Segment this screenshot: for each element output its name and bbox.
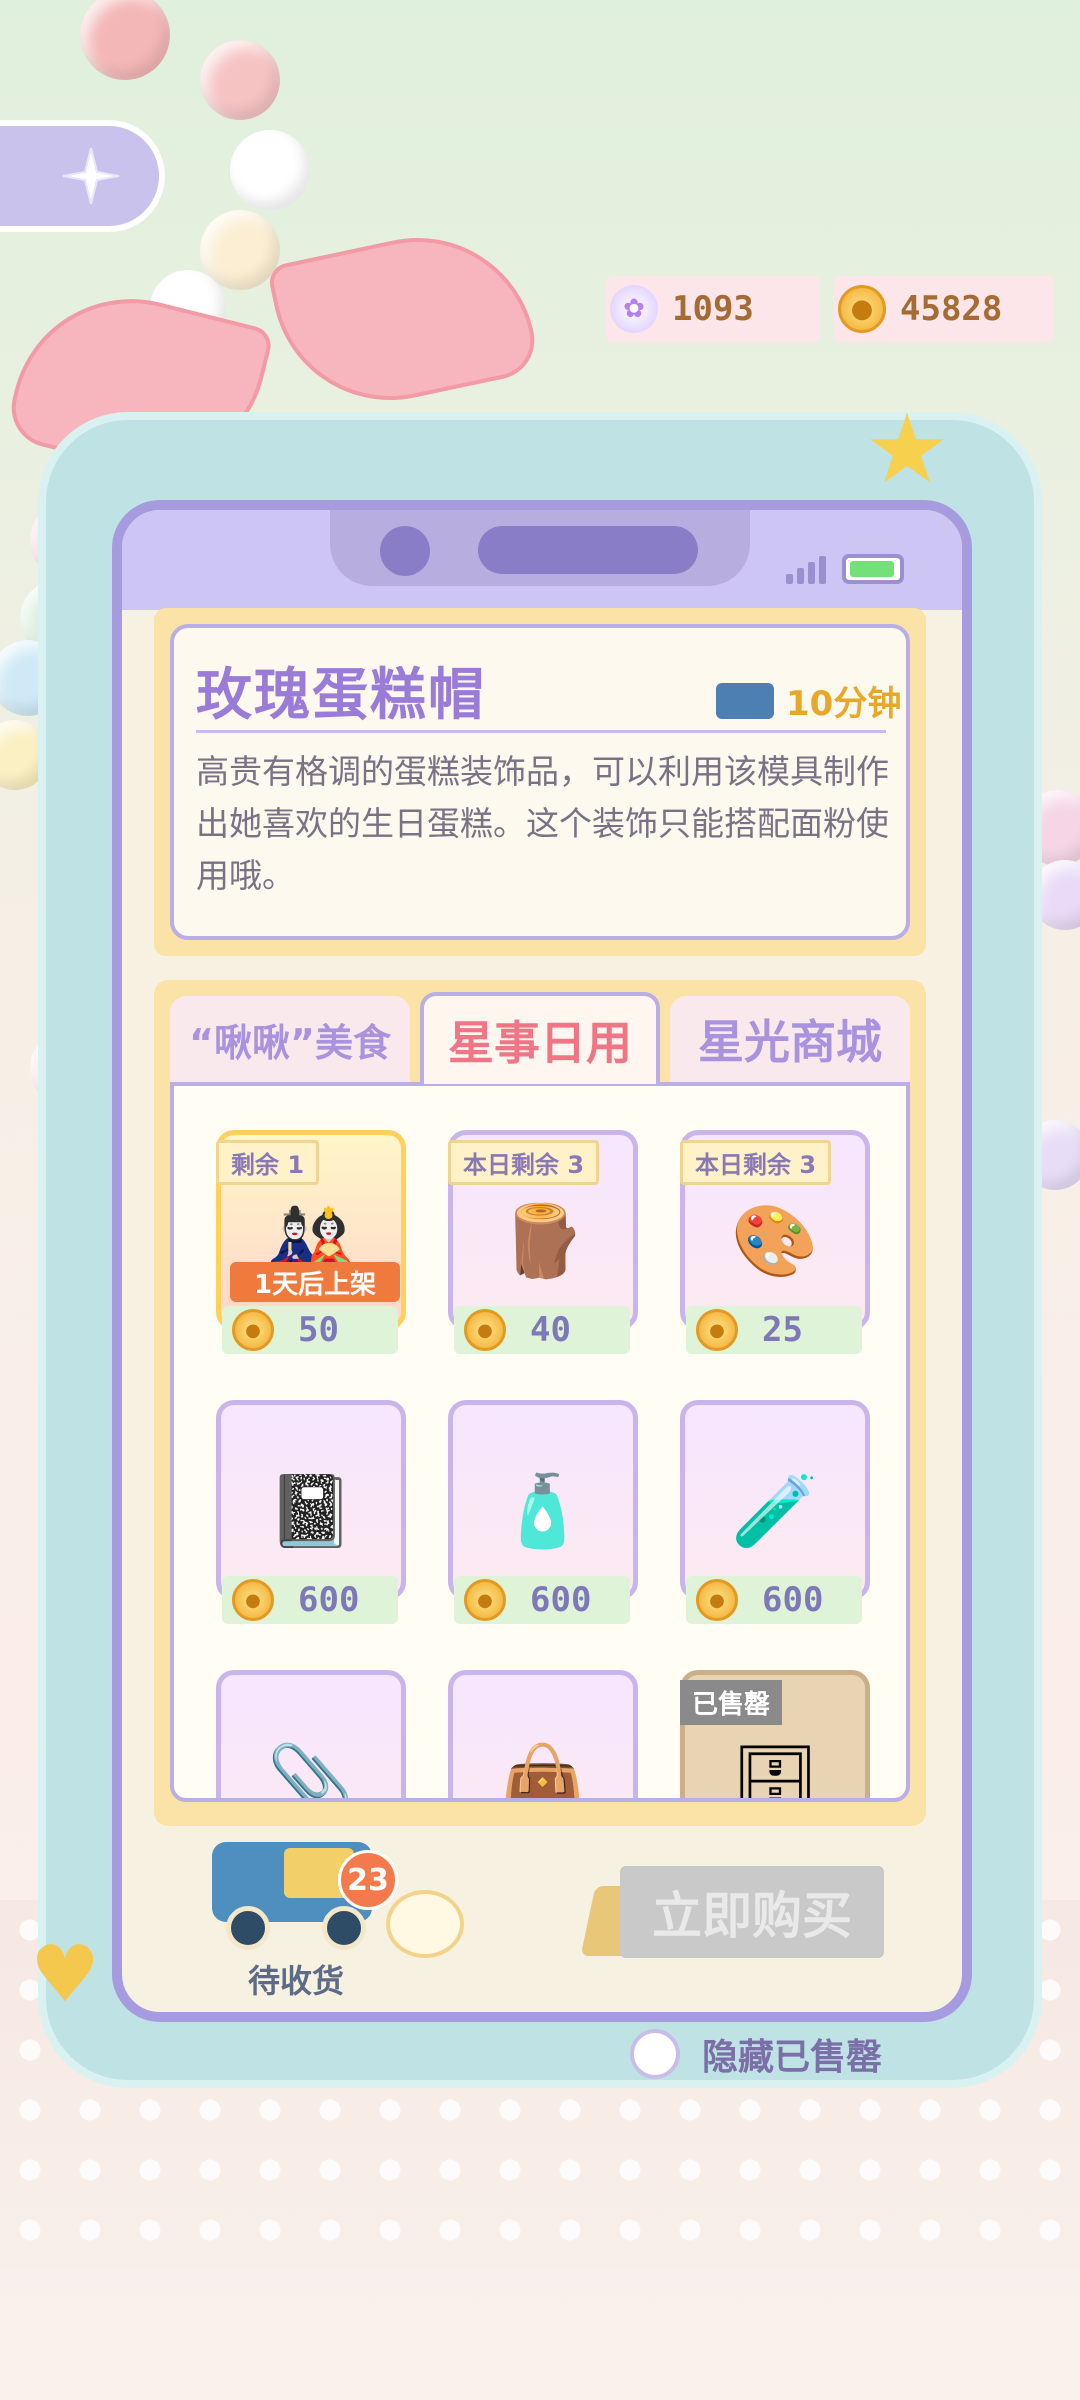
coin-counter: ● 45828 bbox=[834, 276, 1054, 342]
shop-item[interactable]: 🎨 本日剩余 3 ● 25 bbox=[680, 1130, 870, 1362]
ribbon-bow-decoration bbox=[266, 215, 542, 423]
price-bar: ● 50 bbox=[222, 1306, 398, 1354]
star-decoration-icon: ★ bbox=[864, 393, 951, 505]
price-bar: ● 25 bbox=[686, 1306, 862, 1354]
title-divider bbox=[196, 730, 886, 733]
speaker-grille bbox=[478, 526, 698, 574]
item-grid: 🎎 剩余 1 1天后上架 ● 50 🪵 本日剩余 3 ● 40 🎨 本日剩余 3… bbox=[170, 1082, 910, 1802]
item-price: 600 bbox=[762, 1580, 824, 1620]
shop-item[interactable]: 🪵 本日剩余 3 ● 40 bbox=[448, 1130, 638, 1362]
item-price: 25 bbox=[762, 1310, 803, 1350]
item-price: 600 bbox=[530, 1580, 592, 1620]
shelf-icon: 🗄 bbox=[730, 1739, 820, 1802]
exhaust-puff-icon bbox=[386, 1890, 464, 1958]
delivery-truck-icon bbox=[716, 682, 774, 719]
signal-icon bbox=[786, 556, 826, 584]
tab-star-mall[interactable]: 星光商城 bbox=[670, 996, 910, 1082]
wheel-icon bbox=[226, 1906, 270, 1950]
camera-icon bbox=[380, 526, 430, 576]
coin-icon: ● bbox=[696, 1309, 738, 1351]
item-description: 高贵有格调的蛋糕装饰品，可以利用该模具制作出她喜欢的生日蛋糕。这个装饰只能搭配面… bbox=[196, 752, 889, 895]
tab-daily-goods[interactable]: 星事日用 bbox=[420, 992, 660, 1084]
shop-item[interactable]: 🧴 ● 600 bbox=[448, 1400, 638, 1632]
price-bar: ● 40 bbox=[454, 1306, 630, 1354]
buy-now-button[interactable]: 立即购买 bbox=[620, 1866, 884, 1958]
item-price: 600 bbox=[298, 1580, 360, 1620]
heart-decoration-icon: ♥ bbox=[30, 1930, 100, 2020]
restock-label: 1天后上架 bbox=[230, 1262, 400, 1302]
battery-icon bbox=[842, 554, 904, 584]
bead-decoration bbox=[230, 130, 310, 210]
coin-icon: ● bbox=[464, 1309, 506, 1351]
coin-icon: ● bbox=[696, 1579, 738, 1621]
hide-sold-out-label: 隐藏已售罄 bbox=[702, 2037, 883, 2078]
coin-icon: ● bbox=[232, 1309, 274, 1351]
gem-counter: ✿ 1093 bbox=[606, 276, 820, 342]
log-roll-icon: 🪵 bbox=[499, 1199, 587, 1282]
item-price: 40 bbox=[530, 1310, 571, 1350]
flower-gem-icon: ✿ bbox=[610, 285, 658, 333]
pending-delivery-label: 待收货 bbox=[248, 1962, 345, 2000]
sunscreen-tube-icon: 🧪 bbox=[731, 1469, 819, 1552]
tab-food[interactable]: “啾啾”美食 bbox=[170, 996, 410, 1082]
delivery-time: 10分钟 bbox=[716, 676, 901, 725]
shop-item[interactable]: 📎 bbox=[216, 1670, 406, 1802]
back-button[interactable] bbox=[0, 120, 165, 232]
stock-label: 本日剩余 3 bbox=[448, 1140, 600, 1185]
coin-icon: ● bbox=[232, 1579, 274, 1621]
item-title: 玫瑰蛋糕帽 bbox=[196, 662, 486, 728]
wheel-icon bbox=[322, 1906, 366, 1950]
delivery-time-text: 10分钟 bbox=[786, 684, 902, 724]
compass-star-icon bbox=[62, 147, 120, 205]
hide-sold-out-toggle[interactable]: 隐藏已售罄 bbox=[630, 2028, 882, 2080]
shop-item[interactable]: 🎎 剩余 1 1天后上架 ● 50 bbox=[216, 1130, 406, 1362]
price-bar: ● 600 bbox=[222, 1576, 398, 1624]
shop-item[interactable]: 🧪 ● 600 bbox=[680, 1400, 870, 1632]
shop-item[interactable]: 👜 bbox=[448, 1670, 638, 1802]
stock-label: 本日剩余 3 bbox=[680, 1140, 832, 1185]
tote-bag-icon: 👜 bbox=[499, 1739, 587, 1802]
bead-decoration bbox=[200, 40, 280, 120]
coin-amount: 45828 bbox=[900, 289, 1003, 329]
pending-count-badge: 23 bbox=[338, 1850, 398, 1910]
shop-item[interactable]: 🗄 已售罄 bbox=[680, 1670, 870, 1802]
hide-sold-out-checkbox[interactable] bbox=[630, 2029, 680, 2079]
bead-decoration bbox=[80, 0, 170, 80]
coin-icon: ● bbox=[838, 285, 886, 333]
paint-box-icon: 🎨 bbox=[731, 1199, 819, 1282]
item-price: 50 bbox=[298, 1310, 339, 1350]
price-bar: ● 600 bbox=[686, 1576, 862, 1624]
gem-amount: 1093 bbox=[672, 289, 754, 329]
shop-item[interactable]: 📓 ● 600 bbox=[216, 1400, 406, 1632]
sold-out-tag: 已售罄 bbox=[680, 1680, 783, 1725]
water-bottle-icon: 🧴 bbox=[499, 1469, 587, 1552]
notebook-pen-icon: 📓 bbox=[267, 1469, 355, 1552]
price-bar: ● 600 bbox=[454, 1576, 630, 1624]
coin-icon: ● bbox=[464, 1579, 506, 1621]
stock-label: 剩余 1 bbox=[216, 1140, 320, 1185]
hair-clip-icon: 📎 bbox=[267, 1739, 355, 1802]
